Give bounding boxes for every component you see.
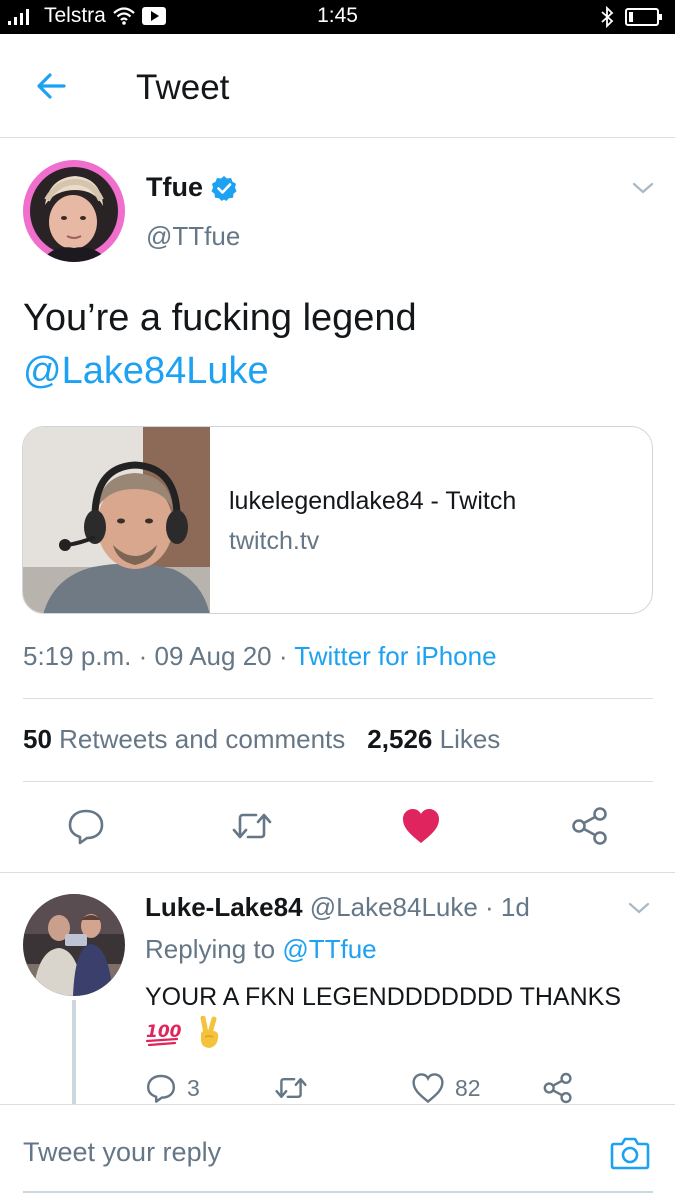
share-button[interactable] <box>566 800 614 852</box>
reply-author-avatar[interactable] <box>23 894 125 996</box>
reply-retweet-button[interactable] <box>273 1068 309 1108</box>
reply-options-button[interactable] <box>624 896 654 920</box>
camera-icon <box>610 1137 650 1170</box>
battery-icon <box>625 8 662 26</box>
status-bar: Telstra 1:45 <box>0 0 675 34</box>
author-handle[interactable]: @TTfue <box>146 221 240 252</box>
retweet-button[interactable] <box>228 800 276 852</box>
reply-comment-button[interactable]: 3 <box>145 1068 200 1108</box>
retweet-icon <box>275 1078 307 1098</box>
divider <box>23 781 653 782</box>
likes-stat[interactable]: 2,526 Likes <box>367 724 500 755</box>
page-title: Tweet <box>136 68 230 107</box>
link-preview-card[interactable]: lukelegendlake84 - Twitch twitch.tv <box>22 426 653 614</box>
tweet-meta: 5:19 p.m. · 09 Aug 20 · Twitter for iPho… <box>23 641 497 672</box>
tweet-stats: 50 Retweets and comments 2,526 Likes <box>23 724 500 755</box>
reply-header: Luke-Lake84 @Lake84Luke · 1d <box>145 892 530 923</box>
reply-text: YOUR A FKN LEGENDDDDDDD THANKS <box>145 983 622 1011</box>
heart-icon <box>403 809 439 843</box>
thread-line <box>72 1000 76 1106</box>
reply-comment-count: 3 <box>187 1074 200 1101</box>
retweet-icon <box>232 813 272 839</box>
reply-input[interactable] <box>23 1137 583 1168</box>
camera-button[interactable] <box>610 1135 650 1171</box>
comment-icon <box>68 809 104 845</box>
replying-prefix: Replying to <box>145 934 283 964</box>
status-time: 1:45 <box>317 4 358 27</box>
reply-button[interactable] <box>62 800 110 852</box>
replying-to-link[interactable]: @TTfue <box>282 934 376 964</box>
top-bar: Tweet <box>0 34 675 138</box>
reply-share-button[interactable] <box>541 1068 575 1108</box>
card-domain: twitch.tv <box>229 527 320 555</box>
reply-avatar-image <box>23 894 125 996</box>
replying-to: Replying to @TTfue <box>145 934 377 965</box>
verified-badge-icon <box>211 175 237 201</box>
card-title: lukelegendlake84 - Twitch <box>229 487 517 515</box>
share-icon <box>572 807 607 845</box>
heart-outline-icon <box>412 1073 444 1104</box>
retweets-stat[interactable]: 50 Retweets and comments <box>23 724 345 755</box>
tweet-timestamp: 5:19 p.m. · 09 Aug 20 · <box>23 641 295 671</box>
reply-emojis: 100 <box>145 1016 223 1050</box>
likes-count: 2,526 <box>367 724 433 754</box>
like-button[interactable] <box>397 800 445 852</box>
author-name-row[interactable]: Tfue <box>146 172 237 203</box>
tweet-source-link[interactable]: Twitter for iPhone <box>294 641 496 671</box>
status-right <box>599 6 663 28</box>
share-icon <box>543 1072 572 1104</box>
reply-composer <box>0 1104 675 1200</box>
victory-hand-icon <box>200 1016 219 1048</box>
retweets-label: Retweets and comments <box>59 724 346 754</box>
reply-author-meta: @Lake84Luke · 1d <box>302 892 530 922</box>
reply-author-name[interactable]: Luke-Lake84 <box>145 892 303 922</box>
arrow-left-icon <box>37 73 66 99</box>
composer-underline <box>23 1191 653 1193</box>
hundred-points-icon: 100 <box>145 1022 181 1047</box>
card-image <box>23 427 210 613</box>
tweet-options-button[interactable] <box>628 176 658 200</box>
reply-action-bar: 3 82 <box>145 1068 655 1108</box>
back-button[interactable] <box>30 66 76 106</box>
retweets-count: 50 <box>23 724 52 754</box>
tweet-text: You’re a fucking legend @Lake84Luke <box>23 292 653 398</box>
reply-like-button[interactable]: 82 <box>411 1068 481 1108</box>
tweet-action-bar <box>0 800 675 852</box>
reply-like-count: 82 <box>455 1074 481 1101</box>
likes-label: Likes <box>439 724 501 754</box>
chevron-down-icon <box>632 182 654 194</box>
bluetooth-icon <box>601 6 614 28</box>
tweet-mention-link[interactable]: @Lake84Luke <box>23 345 653 398</box>
author-name: Tfue <box>146 172 203 202</box>
section-divider <box>0 872 675 873</box>
chevron-down-icon <box>628 902 650 914</box>
card-thumbnail <box>23 427 210 613</box>
divider <box>23 698 653 699</box>
avatar-image <box>23 160 125 262</box>
tweet-body: You’re a fucking legend <box>23 297 417 339</box>
author-avatar[interactable] <box>23 160 125 262</box>
comment-icon <box>147 1074 175 1103</box>
